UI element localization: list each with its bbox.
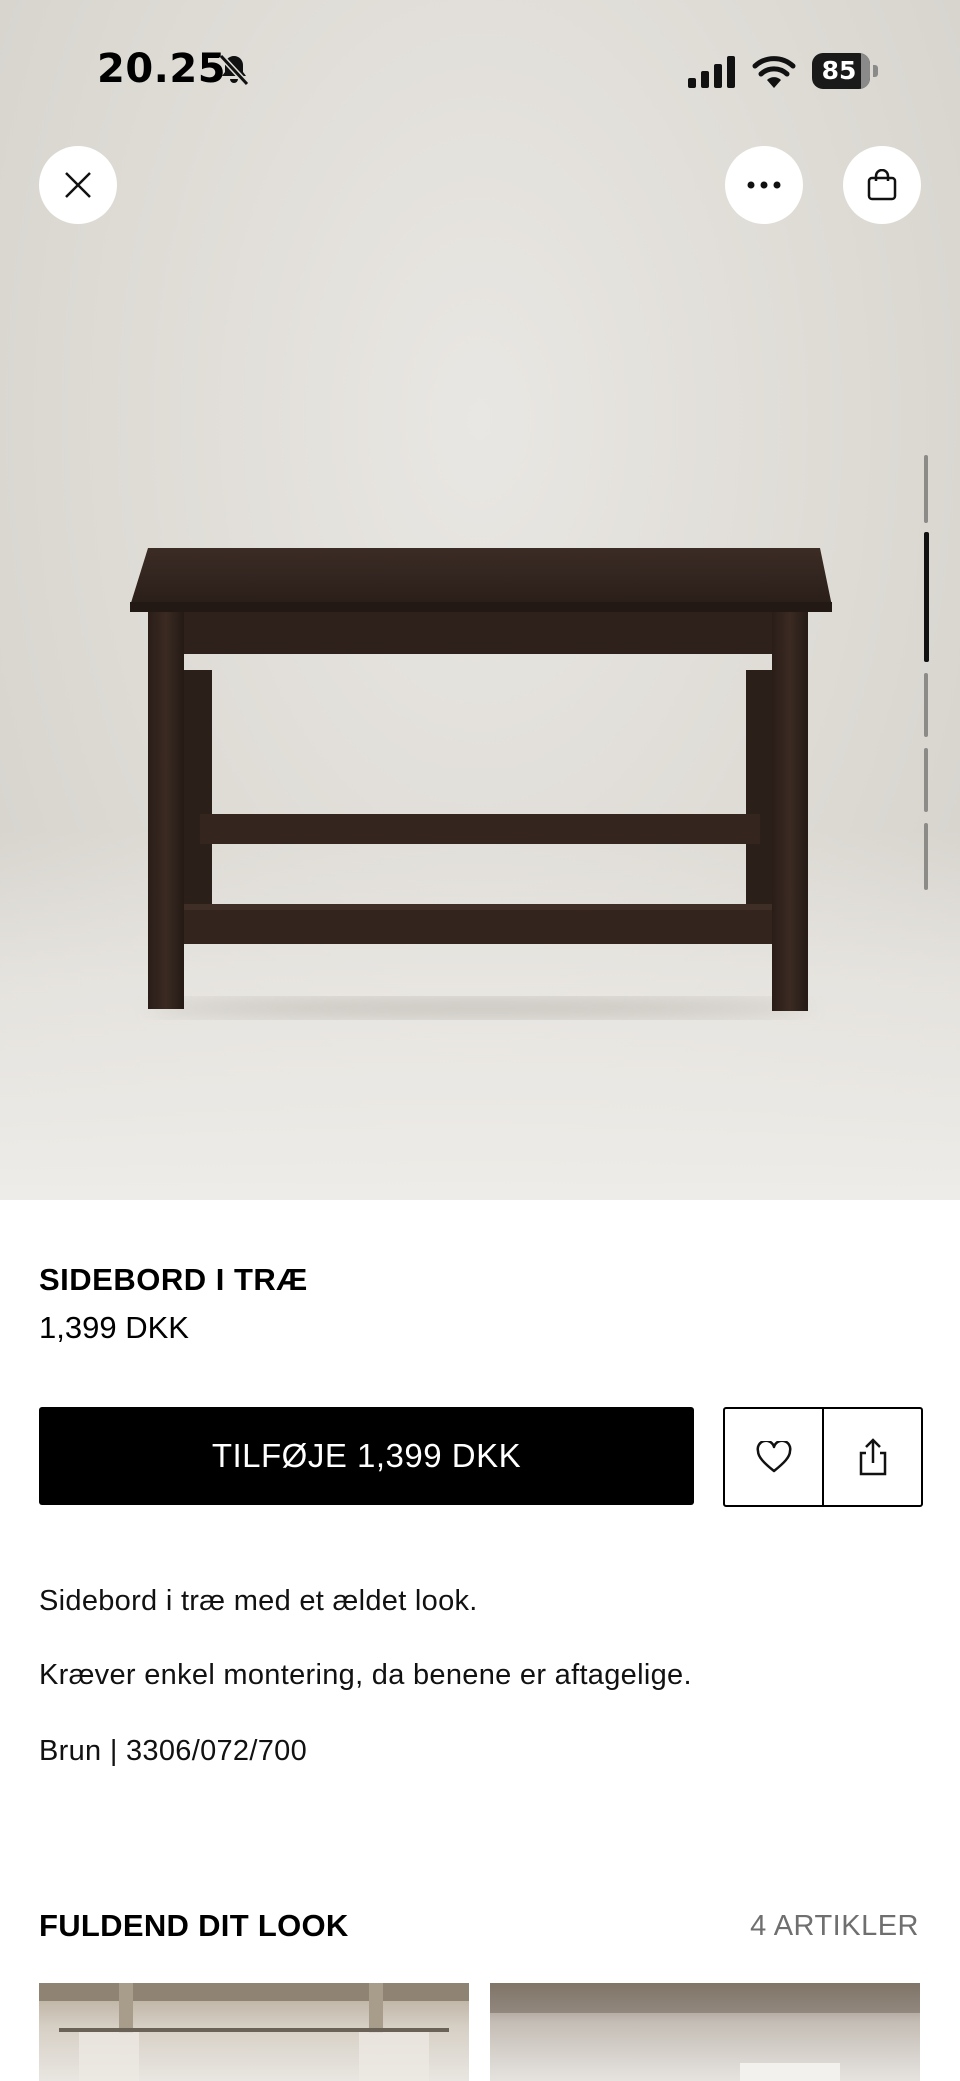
pager-dot	[924, 823, 928, 890]
shopping-bag-icon	[867, 169, 897, 201]
signal-icon	[688, 56, 735, 88]
pager-dot	[924, 673, 928, 737]
look-item-thumbnail[interactable]	[490, 1983, 920, 2081]
look-item-thumbnail[interactable]	[39, 1983, 469, 2081]
status-bar: 20.25 85	[0, 0, 960, 140]
battery-level: 85	[821, 56, 857, 85]
product-actions	[723, 1407, 923, 1507]
wifi-icon	[752, 56, 796, 88]
close-button[interactable]	[39, 146, 117, 224]
product-image-gallery[interactable]	[0, 0, 960, 1200]
complete-look-title: FULDEND DIT LOOK	[39, 1908, 349, 1943]
product-description: Sidebord i træ med et ældet look.	[39, 1585, 478, 1617]
pager-dot-active	[924, 532, 929, 662]
look-item-image	[490, 1983, 920, 2081]
heart-icon	[756, 1441, 791, 1473]
favorite-button[interactable]	[725, 1409, 822, 1505]
complete-look-count[interactable]: 4 ARTIKLER	[750, 1910, 919, 1943]
close-icon	[65, 172, 91, 198]
look-item-image	[39, 1983, 469, 2081]
share-icon	[859, 1438, 886, 1476]
product-color-reference: Brun | 3306/072/700	[39, 1735, 308, 1767]
product-assembly-note: Kræver enkel montering, da benene er aft…	[39, 1659, 692, 1691]
shopping-bag-button[interactable]	[843, 146, 921, 224]
gallery-pager	[924, 455, 930, 890]
battery-icon: 85	[812, 53, 870, 89]
product-image	[130, 548, 832, 1018]
more-options-button[interactable]	[725, 146, 803, 224]
share-button[interactable]	[822, 1409, 921, 1505]
status-time: 20.25	[97, 46, 227, 92]
product-price: 1,399 DKK	[39, 1310, 189, 1345]
add-to-cart-button[interactable]: TILFØJE 1,399 DKK	[39, 1407, 694, 1505]
pager-dot	[924, 455, 928, 523]
more-icon	[747, 181, 781, 189]
product-title: SIDEBORD I TRÆ	[39, 1262, 308, 1297]
pager-dot	[924, 748, 928, 812]
battery-indicator: 85	[812, 53, 878, 89]
mute-icon	[218, 53, 250, 87]
